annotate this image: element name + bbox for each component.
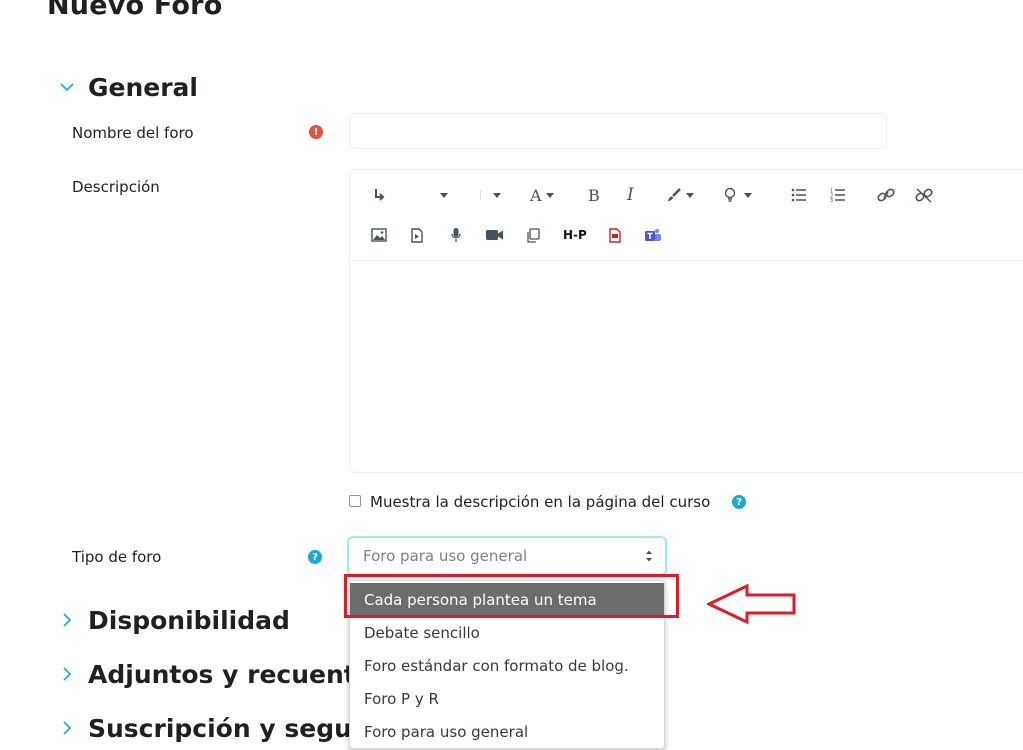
show-description-checkbox[interactable]	[349, 495, 361, 507]
chevron-down-icon	[545, 192, 554, 198]
chevron-right-icon	[58, 667, 76, 681]
chevron-down-icon	[744, 192, 752, 198]
link-icon[interactable]	[877, 183, 895, 207]
section-general-header[interactable]: General	[58, 70, 198, 104]
microphone-icon[interactable]	[451, 223, 461, 247]
editor-toolbar-divider	[350, 260, 1023, 261]
chevron-down-icon	[440, 192, 448, 198]
highlighter-dropdown[interactable]	[666, 183, 694, 207]
chevron-right-icon	[58, 613, 76, 627]
page-title: Nuevo Foro	[47, 0, 223, 21]
section-suscripcion-header[interactable]: Suscripción y segui	[58, 711, 360, 745]
annotation-arrow-icon	[705, 583, 799, 629]
dropdown-option[interactable]: Debate sencillo	[350, 616, 664, 649]
forum-type-select-value: Foro para uso general	[363, 547, 528, 565]
lightbulb-dropdown[interactable]	[724, 183, 752, 207]
bold-icon[interactable]: B	[588, 183, 600, 207]
italic-icon[interactable]: I	[627, 183, 634, 207]
forum-name-label: Nombre del foro	[72, 124, 194, 142]
copy-icon[interactable]	[526, 223, 540, 247]
help-icon[interactable]: ?	[308, 550, 322, 564]
chevron-down-icon	[686, 192, 694, 198]
section-title-general: General	[88, 72, 198, 102]
section-disponibilidad-header[interactable]: Disponibilidad	[58, 603, 290, 637]
dropdown-option[interactable]: Foro para uso general	[350, 715, 664, 748]
font-icon: A	[530, 185, 542, 205]
chevron-down-icon	[58, 82, 76, 92]
dropdown-option[interactable]: Foro P y R	[350, 682, 664, 715]
media-icon[interactable]	[411, 223, 423, 247]
forum-type-select[interactable]: Foro para uso general	[347, 536, 667, 576]
forum-type-label: Tipo de foro	[72, 548, 162, 566]
chevron-right-icon	[58, 721, 76, 735]
pdf-icon[interactable]	[609, 223, 621, 247]
paragraph-dropdown[interactable]	[436, 183, 448, 207]
teams-icon[interactable]	[644, 223, 662, 247]
lightbulb-icon	[724, 187, 736, 202]
section-adjuntos-header[interactable]: Adjuntos y recuent	[58, 657, 356, 691]
section-title-suscripcion: Suscripción y segui	[88, 713, 361, 743]
forum-name-input[interactable]	[349, 113, 887, 149]
description-editor[interactable]: A B I 123 H-P	[349, 169, 1023, 473]
section-title-adjuntos: Adjuntos y recuent	[88, 659, 356, 689]
chevron-down-icon	[493, 192, 501, 198]
dropdown-option[interactable]: Foro estándar con formato de blog.	[350, 649, 664, 682]
numbered-list-icon[interactable]: 123	[830, 183, 846, 207]
select-arrows-icon	[646, 550, 652, 562]
svg-text:3: 3	[830, 198, 833, 202]
image-icon[interactable]	[371, 223, 387, 247]
font-size-dropdown[interactable]	[480, 183, 501, 207]
section-title-disponibilidad: Disponibilidad	[88, 605, 290, 635]
brush-icon	[668, 188, 681, 201]
help-icon[interactable]: ?	[732, 495, 746, 509]
undo-icon[interactable]	[372, 183, 386, 207]
unlink-icon[interactable]	[915, 183, 933, 207]
bullet-list-icon[interactable]	[791, 183, 807, 207]
h5p-icon[interactable]: H-P	[563, 223, 587, 247]
video-icon[interactable]	[486, 223, 504, 247]
description-label: Descripción	[72, 178, 160, 196]
annotation-highlight-box	[344, 574, 679, 618]
font-color-dropdown[interactable]: A	[530, 183, 554, 207]
show-description-label: Muestra la descripción en la página del …	[370, 493, 711, 511]
required-icon: !	[309, 125, 323, 139]
